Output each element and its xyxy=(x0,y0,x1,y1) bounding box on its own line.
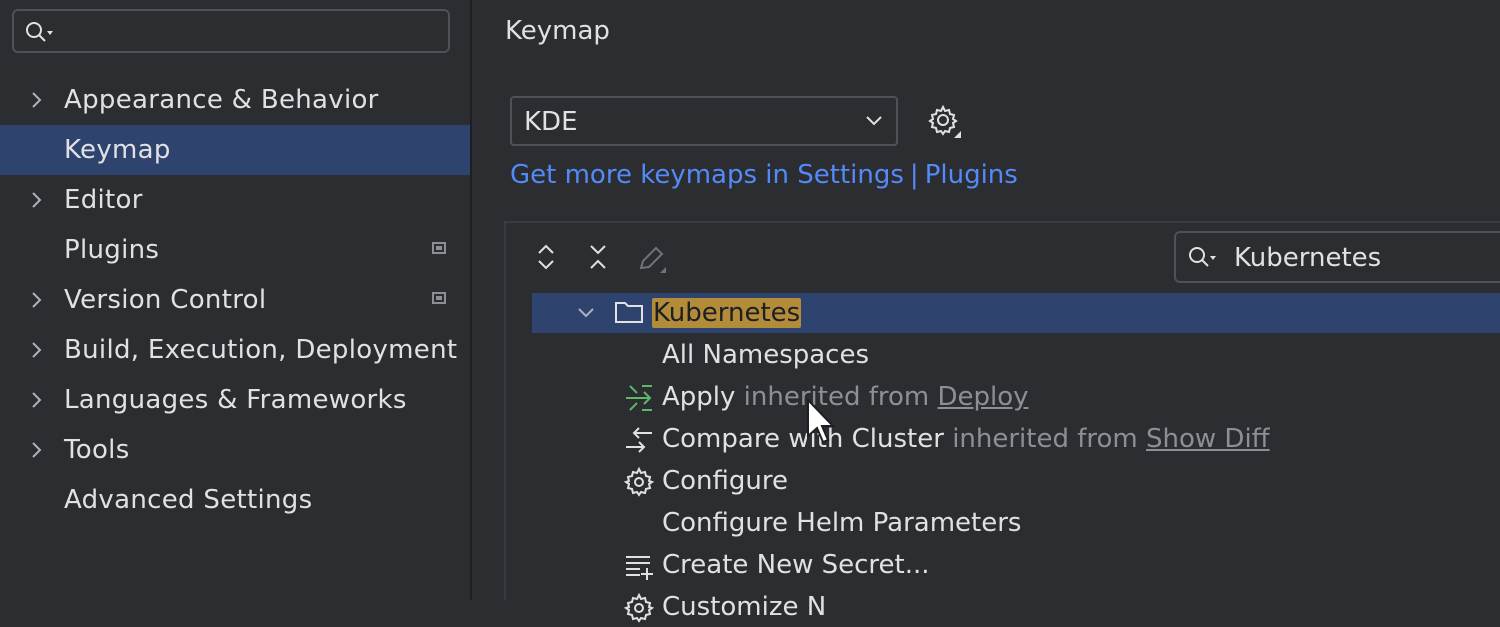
keymap-select-value: KDE xyxy=(524,107,578,137)
action-label: Create New Secret... xyxy=(662,550,930,580)
sidebar-item-languages-frameworks[interactable]: Languages & Frameworks xyxy=(0,375,470,425)
list-add-icon xyxy=(626,556,653,580)
sidebar-item-tools[interactable]: Tools xyxy=(0,425,470,475)
chevron-right-icon xyxy=(32,92,42,108)
action-label: All Namespaces xyxy=(662,340,870,370)
tree-group-kubernetes[interactable]: Kubernetes xyxy=(532,293,1500,333)
settings-search-input[interactable] xyxy=(12,9,450,53)
compare-icon xyxy=(626,427,652,453)
tree-row-apply[interactable]: Apply inherited from Deploy xyxy=(506,377,1500,417)
sidebar-item-label: Appearance & Behavior xyxy=(64,85,379,115)
keymap-panel: Keymap KDE Get more keymaps in Settings |… xyxy=(472,0,1500,623)
sidebar-item-keymap[interactable]: Keymap xyxy=(0,125,470,175)
filter-value: Kubernetes xyxy=(1234,243,1382,273)
expand-all-icon[interactable] xyxy=(534,243,558,271)
get-more-keymaps-text: Get more keymaps in Settings | Plugins xyxy=(510,160,1018,190)
tree-row-all-namespaces[interactable]: All Namespaces xyxy=(506,335,1500,375)
sidebar-item-label: Build, Execution, Deployment xyxy=(64,335,458,365)
tree-row-configure-helm-parameters[interactable]: Configure Helm Parameters xyxy=(506,503,1500,543)
sidebar-item-version-control[interactable]: Version Control xyxy=(0,275,470,325)
action-label: Customize N xyxy=(662,592,827,622)
action-label: Apply inherited from Deploy xyxy=(662,382,1029,412)
sidebar-item-label: Version Control xyxy=(64,285,267,315)
keymap-tree-panel: Kubernetes Kubernetes All Namespaces App… xyxy=(504,223,1500,623)
mouse-cursor-icon xyxy=(807,398,836,444)
chevron-right-icon xyxy=(32,192,42,208)
settings-sidebar: Appearance & Behavior Keymap Editor Plug… xyxy=(0,0,472,600)
gear-icon[interactable] xyxy=(927,104,963,140)
action-label: Compare with Cluster inherited from Show… xyxy=(662,424,1270,454)
search-icon xyxy=(1189,247,1216,267)
get-more-keymaps-link[interactable]: Get more keymaps in Settings xyxy=(510,160,904,190)
link-separator: | xyxy=(909,160,919,190)
sidebar-item-label: Advanced Settings xyxy=(64,485,313,515)
chevron-down-icon[interactable] xyxy=(576,303,596,323)
sidebar-item-advanced-settings[interactable]: Advanced Settings xyxy=(0,475,470,525)
tree-row-configure[interactable]: Configure xyxy=(506,461,1500,501)
tree-row-customize[interactable]: Customize N xyxy=(506,587,1500,627)
tree-row-create-new-secret[interactable]: Create New Secret... xyxy=(506,545,1500,585)
inherited-action-link: Deploy xyxy=(937,382,1029,412)
chevron-right-icon xyxy=(32,342,42,358)
inherited-action-link: Show Diff xyxy=(1146,424,1270,454)
sidebar-item-label: Languages & Frameworks xyxy=(64,385,407,415)
keymap-filter-input[interactable]: Kubernetes xyxy=(1174,231,1500,283)
folder-icon xyxy=(615,302,643,323)
sidebar-item-label: Editor xyxy=(64,185,143,215)
edit-shortcut-icon[interactable] xyxy=(636,243,668,275)
gear-icon xyxy=(624,467,654,497)
chevron-right-icon xyxy=(32,292,42,308)
project-scope-icon xyxy=(432,242,446,254)
sidebar-item-editor[interactable]: Editor xyxy=(0,175,470,225)
tree-row-compare-with-cluster[interactable]: Compare with Cluster inherited from Show… xyxy=(506,419,1500,459)
apply-icon xyxy=(626,385,652,411)
sidebar-item-plugins[interactable]: Plugins xyxy=(0,225,470,275)
sidebar-item-appearance-behavior[interactable]: Appearance & Behavior xyxy=(0,75,470,125)
project-scope-icon xyxy=(432,292,446,304)
tree-group-label: Kubernetes xyxy=(652,298,802,328)
plugins-link[interactable]: Plugins xyxy=(925,160,1018,190)
sidebar-item-label: Tools xyxy=(64,435,130,465)
keymap-select[interactable]: KDE xyxy=(510,96,898,146)
chevron-right-icon xyxy=(32,392,42,408)
sidebar-item-build-execution-deployment[interactable]: Build, Execution, Deployment xyxy=(0,325,470,375)
page-title: Keymap xyxy=(505,16,610,46)
chevron-right-icon xyxy=(32,442,42,458)
action-label: Configure Helm Parameters xyxy=(662,508,1022,538)
sidebar-item-label: Keymap xyxy=(64,135,171,165)
collapse-all-icon[interactable] xyxy=(586,243,610,271)
chevron-down-icon xyxy=(866,116,882,126)
sidebar-item-label: Plugins xyxy=(64,235,160,265)
search-icon xyxy=(26,22,53,42)
action-label: Configure xyxy=(662,466,789,496)
gear-icon xyxy=(624,593,654,623)
